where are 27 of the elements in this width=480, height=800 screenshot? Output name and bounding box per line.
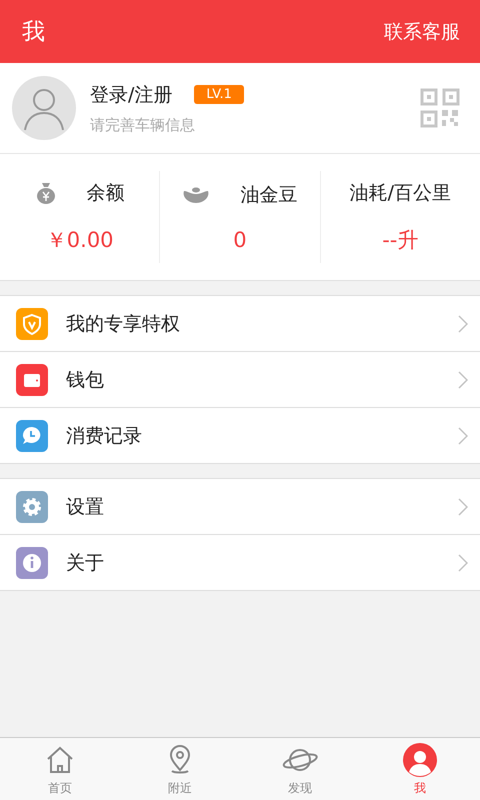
menu-item[interactable]: 我的专享特权	[0, 296, 480, 352]
chevron-right-icon	[458, 370, 468, 388]
nav-tab[interactable]: 我	[360, 738, 480, 800]
avatar[interactable]	[12, 76, 76, 140]
stat-label: 油耗/百公里	[350, 181, 452, 206]
menu-item[interactable]: 消费记录	[0, 408, 480, 464]
bean-icon	[182, 185, 210, 205]
qr-code-icon[interactable]	[420, 88, 460, 128]
menu-item[interactable]: 关于	[0, 535, 480, 591]
chevron-right-icon	[458, 314, 468, 332]
page-title: 我	[22, 18, 45, 47]
stat-value: ￥0.00	[46, 227, 114, 254]
person-icon	[402, 742, 438, 778]
stat-value: 0	[233, 228, 247, 252]
money-bag-icon	[34, 181, 57, 205]
chevron-right-icon	[458, 554, 468, 572]
menu-item[interactable]: 钱包	[0, 352, 480, 408]
stat-value: --升	[382, 227, 418, 254]
login-link[interactable]: 登录/注册	[90, 82, 172, 108]
chevron-right-icon	[458, 426, 468, 444]
menu-item[interactable]: 设置	[0, 479, 480, 535]
level-badge: LV.1	[194, 85, 244, 104]
stat-label: 油金豆	[240, 183, 298, 208]
stat-label: 余额	[86, 181, 125, 206]
contact-service-link[interactable]: 联系客服	[384, 18, 460, 44]
profile-hint: 请完善车辆信息	[90, 116, 196, 134]
chevron-right-icon	[458, 498, 468, 516]
